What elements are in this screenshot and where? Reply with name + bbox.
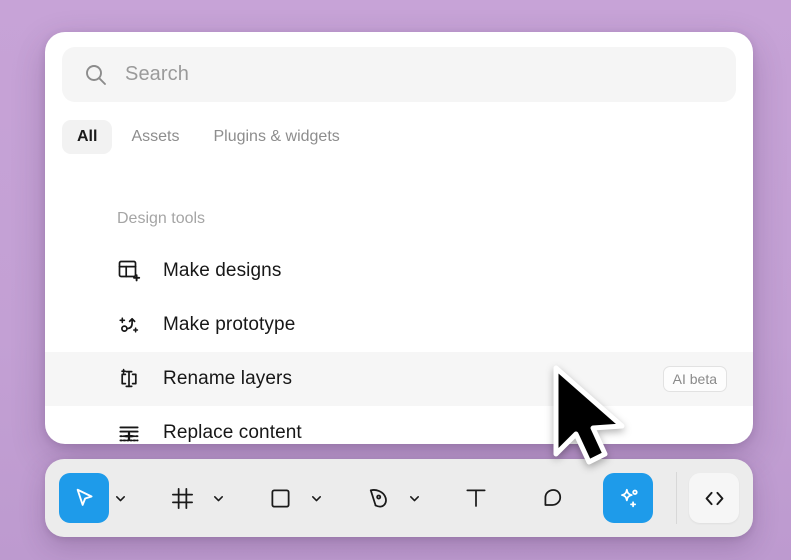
chevron-down-icon — [409, 495, 419, 501]
filter-tabs: All Assets Plugins & widgets — [62, 120, 355, 154]
text-tool-button[interactable] — [451, 473, 501, 523]
list-item-label: Replace content — [163, 422, 302, 443]
tab-assets[interactable]: Assets — [116, 120, 194, 154]
comment-tool-button[interactable] — [527, 473, 577, 523]
chevron-down-icon — [115, 495, 125, 501]
frame-grid-icon — [171, 487, 193, 509]
tab-all[interactable]: All — [62, 120, 113, 154]
list-item-make-designs[interactable]: Make designs — [45, 244, 753, 298]
move-tool-button[interactable] — [59, 473, 109, 523]
chevron-down-icon — [213, 495, 223, 501]
move-tool-dropdown[interactable] — [109, 478, 131, 518]
pen-nib-icon — [369, 488, 387, 507]
shape-tool-dropdown[interactable] — [305, 478, 327, 518]
canvas-background: Search All Assets Plugins & widgets Desi… — [0, 0, 791, 560]
bottom-toolbar — [45, 459, 753, 537]
section-header-design-tools: Design tools — [117, 210, 206, 227]
actions-tool-button[interactable] — [603, 473, 653, 523]
chevron-down-icon — [311, 495, 321, 501]
comment-bubble-icon — [544, 488, 561, 506]
tab-plugins-widgets[interactable]: Plugins & widgets — [198, 120, 354, 154]
ai-sparkle-icon — [620, 488, 638, 507]
frame-tool-button[interactable] — [157, 473, 207, 523]
frame-tool-dropdown[interactable] — [207, 478, 229, 518]
toolbar-divider — [676, 472, 677, 524]
search-icon — [83, 62, 109, 88]
search-placeholder: Search — [125, 63, 189, 85]
list-item-rename-layers[interactable]: Rename layers AI beta — [45, 352, 753, 406]
actions-panel: Search All Assets Plugins & widgets Desi… — [45, 32, 753, 444]
status-badge: AI beta — [662, 366, 727, 392]
make-prototype-icon — [116, 312, 142, 338]
text-t-icon — [466, 489, 486, 507]
rename-layers-icon — [116, 366, 142, 392]
list-item-replace-content[interactable]: Replace content — [45, 406, 753, 444]
shape-tool-button[interactable] — [255, 473, 305, 523]
replace-content-icon — [116, 420, 142, 444]
pen-tool-button[interactable] — [353, 473, 403, 523]
make-designs-icon — [116, 258, 142, 284]
pen-tool-dropdown[interactable] — [403, 478, 425, 518]
search-field[interactable]: Search — [62, 47, 736, 102]
list-item-label: Make prototype — [163, 314, 296, 335]
design-tools-list: Make designs Make prototype Rename layer… — [45, 244, 753, 444]
dev-mode-toggle[interactable] — [689, 473, 739, 523]
toolbar-tools — [59, 459, 664, 537]
cursor-arrow-icon — [76, 488, 93, 506]
rectangle-icon — [270, 488, 290, 508]
code-brackets-icon — [705, 491, 723, 505]
list-item-label: Make designs — [163, 260, 282, 281]
list-item-make-prototype[interactable]: Make prototype — [45, 298, 753, 352]
list-item-label: Rename layers — [163, 368, 293, 389]
